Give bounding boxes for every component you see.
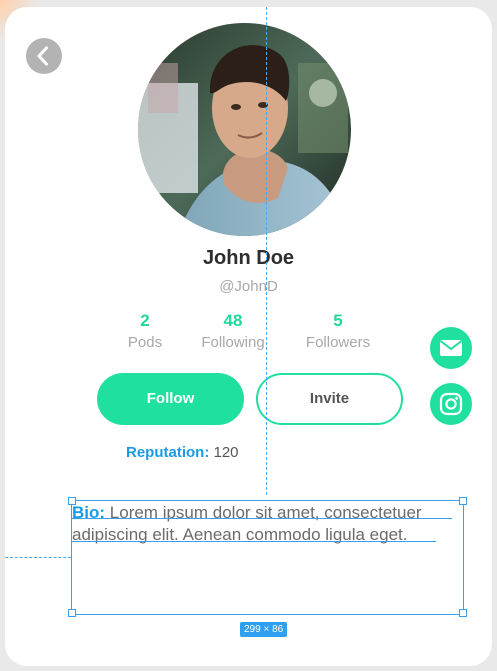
stat-followers-label: Followers (305, 334, 371, 351)
instagram-button[interactable] (430, 383, 472, 425)
resize-handle-top-right[interactable] (459, 497, 467, 505)
reputation-label: Reputation: (126, 444, 210, 461)
reputation-value: 120 (213, 444, 239, 461)
instagram-icon (439, 392, 463, 416)
resize-handle-top-left[interactable] (68, 497, 76, 505)
selection-box[interactable] (71, 500, 464, 615)
profile-name: John Doe (202, 247, 295, 269)
mail-button[interactable] (430, 327, 472, 369)
chevron-left-icon (37, 46, 48, 66)
stat-following[interactable]: 48 Following (178, 311, 288, 351)
stat-followers-count: 5 (333, 311, 343, 330)
resize-handle-bottom-right[interactable] (459, 609, 467, 617)
stat-following-label: Following (201, 334, 265, 351)
stat-following-count: 48 (223, 311, 243, 330)
back-button[interactable] (26, 38, 62, 74)
horizontal-guide-line (5, 557, 71, 558)
avatar-photo (138, 23, 351, 236)
stat-followers[interactable]: 5 Followers (283, 311, 393, 351)
follow-button[interactable]: Follow (97, 373, 244, 425)
envelope-icon (439, 340, 463, 356)
invite-button[interactable]: Invite (256, 373, 403, 425)
avatar (138, 23, 351, 236)
vertical-guide-line (266, 7, 267, 495)
reputation: Reputation: 120 (126, 444, 239, 461)
selection-size-label: 299 × 86 (240, 622, 288, 637)
profile-handle: @JohnD (219, 278, 278, 295)
resize-handle-bottom-left[interactable] (68, 609, 76, 617)
